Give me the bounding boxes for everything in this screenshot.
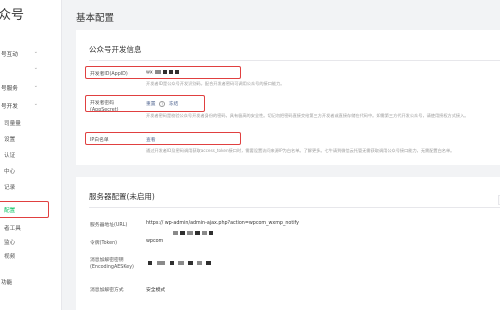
sidebar-item-sub[interactable]: 中心: [0, 164, 60, 178]
chevron-down-icon: ⌄: [33, 65, 38, 71]
server-url-label: 服务器地址(URL): [90, 223, 128, 228]
redaction: [206, 261, 211, 265]
server-url-text: https:// wp-admin/admin-ajax.php?action=…: [146, 221, 299, 226]
sidebar-item-function[interactable]: ⌄: [0, 63, 60, 77]
sidebar-item-label: 监心: [4, 240, 16, 246]
redaction: [209, 230, 213, 235]
sidebar-item-label: 号开发: [1, 104, 18, 110]
encrypt-mode-label: 消息加解密方式: [90, 288, 124, 293]
sidebar-item-sub[interactable]: 监心: [0, 235, 60, 249]
redaction: [157, 261, 165, 265]
divider: [89, 207, 500, 208]
brand-title: 众号: [0, 8, 25, 23]
divider: [89, 60, 500, 61]
highlight-box: [85, 132, 241, 145]
appid-desc: 开发者ID是公众号开发识别码，配合开发者密码可调用公众号的接口能力。: [146, 81, 285, 86]
redaction: [188, 261, 193, 265]
redaction: [202, 230, 207, 235]
sidebar-item-sub[interactable]: 司量量: [0, 116, 60, 130]
server-url-value: https:// wp-admin/admin-ajax.php?action=…: [146, 221, 299, 226]
sidebar-item-function2[interactable]: 功能: [0, 275, 60, 289]
redaction: [148, 261, 152, 265]
chevron-down-icon: ⌄: [33, 49, 38, 55]
ip-whitelist-desc: 通过开发者ID及密码调用获取access_token接口时，需要设置访问来源IP…: [146, 148, 455, 153]
sidebar-item-label: 设置: [4, 137, 16, 143]
redaction: [197, 261, 202, 265]
sidebar-item-label: 记录: [4, 185, 16, 191]
url-redaction: [171, 222, 213, 241]
sidebar-item-sub[interactable]: 记录: [0, 180, 60, 194]
dev-info-card: 公众号开发信息 开发者ID(AppID) wx 开发者ID是公众号开发识别码，配…: [76, 30, 500, 165]
aeskey-label: 消息加解密密钥(EncodingAESKey): [90, 258, 134, 270]
sidebar-item-label: 号互动: [1, 52, 18, 58]
highlight-box: [0, 201, 49, 218]
token-value: wpcom: [146, 239, 164, 244]
sidebar-item-sub[interactable]: 者工具: [0, 221, 60, 235]
section-title: 服务器配置(未启用): [89, 192, 155, 201]
sidebar-item-sub[interactable]: 设置: [0, 132, 60, 146]
chevron-down-icon: ⌄: [33, 83, 38, 89]
sidebar-item-interaction[interactable]: 号互动 ⌄: [0, 47, 60, 61]
section-title: 公众号开发信息: [89, 45, 142, 54]
sidebar-item-label: 者工具: [4, 226, 21, 232]
sidebar-item-label: 司量量: [4, 121, 21, 127]
sidebar-item-development[interactable]: 号开发 ⌄: [0, 99, 60, 113]
sidebar-item-sub[interactable]: 认证: [0, 148, 60, 162]
sidebar-item-label: 中心: [4, 169, 16, 175]
server-config-card: 服务器配置(未启用) 服务器地址(URL) https:// wp-admin/…: [76, 177, 500, 310]
redaction: [178, 261, 184, 265]
redaction: [187, 230, 193, 235]
sidebar-item-sub[interactable]: 视频: [0, 249, 60, 263]
sidebar-item-label: 功能: [1, 280, 13, 286]
sidebar-item-label: 认证: [4, 153, 16, 159]
app-root: 众号 号互动 ⌄ ⌄ 号服务 ⌄ 号开发 ⌄ 司量量 设置 认证 中心 记录 配…: [0, 0, 500, 310]
encrypt-mode-value: 安全模式: [146, 288, 166, 293]
sidebar-item-service[interactable]: 号服务 ⌄: [0, 81, 60, 95]
redaction: [173, 230, 178, 235]
redaction: [170, 261, 174, 265]
page-title: 基本配置: [76, 13, 115, 24]
appsecret-desc: 开发者密码是校验公众号开发者身份的密码，具有极高的安全性。切记勿把密码直接交给第…: [146, 113, 469, 118]
redaction: [180, 230, 185, 235]
sidebar-item-label: 号服务: [1, 86, 18, 92]
chevron-down-icon: ⌄: [33, 101, 38, 107]
highlight-box: [85, 66, 241, 79]
aeskey-value: [146, 261, 211, 267]
highlight-box: [85, 95, 205, 112]
token-label: 令牌(Token): [90, 241, 117, 246]
sidebar-item-label: 视频: [4, 254, 16, 260]
sidebar: 众号 号互动 ⌄ ⌄ 号服务 ⌄ 号开发 ⌄ 司量量 设置 认证 中心 记录 配…: [0, 0, 62, 310]
redaction: [195, 230, 200, 235]
